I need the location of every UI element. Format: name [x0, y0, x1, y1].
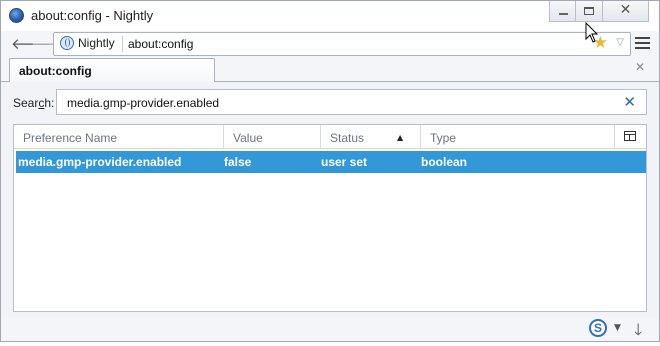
- preferences-table: Preference Name Value Status ▲ Type medi…: [13, 124, 647, 312]
- table-header: Preference Name Value Status ▲ Type: [14, 125, 646, 149]
- url-dropdown-icon[interactable]: ▽: [616, 37, 624, 48]
- url-bar[interactable]: Nightly about:config ★ ▽: [53, 32, 631, 56]
- hamburger-menu-icon[interactable]: [635, 37, 650, 49]
- window-title: about:config - Nightly: [31, 8, 154, 23]
- tab-about-config[interactable]: about:config: [9, 58, 215, 83]
- browser-window: about:config - Nightly ✕ 🡐 🡒 Nightly abo…: [0, 0, 660, 342]
- column-picker-icon[interactable]: [624, 131, 636, 141]
- close-window-button[interactable]: ✕: [603, 1, 649, 22]
- clear-search-icon[interactable]: ✕: [623, 93, 636, 111]
- search-input[interactable]: media.gmp-provider.enabled ✕: [56, 89, 647, 115]
- identity-label: Nightly: [78, 36, 115, 50]
- config-page: Search: media.gmp-provider.enabled ✕ Pre…: [1, 82, 659, 317]
- navigation-toolbar: 🡐 🡒 Nightly about:config ★ ▽: [1, 31, 659, 57]
- minimize-button[interactable]: [549, 1, 576, 22]
- pref-value-cell: false: [224, 155, 252, 169]
- url-separator: [122, 36, 123, 52]
- tab-label: about:config: [19, 64, 92, 78]
- minimize-icon: [559, 13, 568, 15]
- close-icon: ✕: [619, 2, 632, 18]
- column-header-name[interactable]: Preference Name: [14, 125, 224, 149]
- identity-box[interactable]: Nightly: [60, 36, 115, 50]
- globe-icon: [60, 36, 74, 50]
- close-tab-icon[interactable]: ✕: [635, 60, 645, 74]
- search-label: Search:: [13, 96, 55, 110]
- pref-type-cell: boolean: [421, 155, 468, 169]
- add-on-bar: S ▼ 🡓: [1, 317, 659, 341]
- url-input[interactable]: about:config: [128, 37, 193, 51]
- tab-strip: about:config ✕: [1, 57, 659, 83]
- maximize-icon: [584, 7, 594, 15]
- column-header-value[interactable]: Value: [224, 125, 321, 149]
- column-header-type[interactable]: Type: [421, 125, 615, 149]
- addon-s-icon[interactable]: S: [589, 319, 607, 337]
- column-header-status[interactable]: Status: [321, 125, 421, 149]
- maximize-button[interactable]: [576, 1, 603, 22]
- window-controls: ✕: [549, 1, 649, 22]
- search-value: media.gmp-provider.enabled: [67, 96, 220, 110]
- mouse-pointer-icon: [585, 22, 599, 43]
- nightly-globe-icon: [9, 8, 24, 23]
- pref-status-cell: user set: [321, 155, 368, 169]
- addon-dropdown-icon[interactable]: ▼: [614, 323, 621, 333]
- sort-ascending-icon: ▲: [397, 133, 404, 142]
- pref-name-cell: media.gmp-provider.enabled: [18, 155, 182, 169]
- table-row[interactable]: media.gmp-provider.enabled false user se…: [16, 151, 646, 173]
- title-bar: about:config - Nightly ✕: [1, 1, 659, 31]
